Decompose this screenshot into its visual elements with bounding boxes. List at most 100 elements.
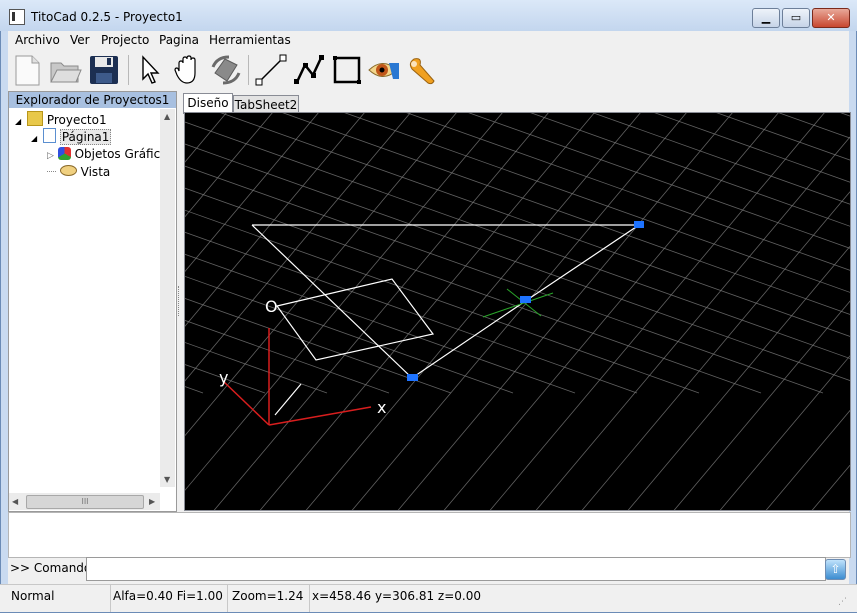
grid-line — [108, 72, 857, 340]
cad-viewport[interactable]: O x y — [0, 72, 857, 534]
perspective-grid — [0, 72, 857, 534]
tab-diseno[interactable]: Diseño — [183, 93, 233, 114]
menu-ver[interactable]: Ver — [70, 33, 90, 47]
menu-archivo[interactable]: Archivo — [15, 33, 60, 47]
grid-line — [516, 128, 857, 534]
tree-item-label: Página1 — [59, 129, 112, 145]
vertex-handle[interactable] — [634, 221, 644, 228]
grid-line — [46, 72, 857, 362]
grid-line — [0, 298, 266, 394]
eye-icon — [59, 165, 77, 176]
grid-line — [170, 72, 857, 318]
rectangle-icon[interactable] — [330, 53, 364, 87]
grid-line — [0, 77, 857, 384]
axis-label-x: x — [377, 398, 386, 417]
vertex-handle[interactable] — [520, 296, 531, 303]
resize-grip-icon[interactable]: ⋰ — [838, 597, 847, 607]
grid-line — [480, 72, 857, 208]
app-icon[interactable] — [9, 9, 25, 25]
status-bar: Normal Alfa=0.40 Fi=1.00 Zoom=1.24 x=458… — [0, 584, 857, 612]
grid-line — [0, 92, 336, 492]
grid-line — [424, 92, 796, 534]
menu-herramientas[interactable]: Herramientas — [209, 33, 291, 47]
line-icon[interactable] — [254, 53, 288, 87]
design-canvas[interactable]: O x y — [0, 72, 857, 534]
canvas-text-fragment: O — [265, 297, 278, 316]
tree-item-label: Proyecto1 — [46, 113, 107, 127]
new-document-icon[interactable] — [10, 53, 44, 87]
view-eye-icon[interactable] — [367, 53, 401, 87]
project-icon — [26, 111, 43, 126]
select-arrow-icon[interactable] — [134, 53, 168, 87]
grid-line — [0, 92, 244, 383]
command-prompt-label: >> Comando: — [10, 561, 96, 575]
grid-line — [728, 72, 857, 119]
status-angles: Alfa=0.40 Fi=1.00 — [110, 585, 228, 612]
execute-command-button[interactable]: ⇧ — [825, 559, 846, 580]
save-disk-icon[interactable] — [87, 53, 121, 87]
scroll-left-icon[interactable]: ◀ — [12, 497, 18, 506]
scroll-right-icon[interactable]: ▶ — [149, 497, 155, 506]
tree-item-pagina[interactable]: ◢ Página1 — [31, 128, 112, 145]
scroll-grip: III — [81, 497, 89, 506]
close-icon: ✕ — [826, 11, 836, 24]
polyline-icon[interactable] — [292, 53, 326, 87]
tree-connector — [47, 171, 56, 172]
scroll-down-icon[interactable]: ▼ — [164, 475, 170, 484]
output-panel[interactable] — [8, 512, 851, 558]
tree-item-vista[interactable]: Vista — [47, 164, 110, 181]
minimize-button[interactable]: ▁ — [752, 8, 780, 28]
objects-icon — [57, 147, 71, 160]
grid-line — [654, 292, 857, 534]
grid-line — [418, 72, 857, 230]
menu-pagina[interactable]: Pagina — [159, 33, 199, 47]
window-title: TitoCad 0.2.5 - Proyecto1 — [31, 10, 183, 24]
grid-line — [790, 72, 857, 97]
close-button[interactable]: ✕ — [812, 8, 850, 28]
grid-line — [102, 92, 474, 534]
vertex-handle[interactable] — [407, 374, 418, 381]
splitter-grip[interactable] — [178, 286, 181, 316]
expand-triangle-icon[interactable]: ▷ — [47, 151, 54, 161]
up-arrow-icon: ⇧ — [830, 562, 841, 576]
grid-line — [666, 72, 857, 141]
client-area: Archivo Ver Projecto Pagina Herramientas — [0, 31, 857, 604]
toolbar-separator — [248, 55, 249, 85]
grid-line — [0, 232, 452, 394]
maximize-icon: ▭ — [790, 11, 802, 24]
grid-line — [700, 346, 857, 534]
title-bar[interactable]: TitoCad 0.2.5 - Proyecto1 ▁ ▭ ✕ — [0, 0, 857, 31]
status-coordinates: x=458.46 y=306.81 z=0.00 — [312, 589, 481, 603]
scrollbar-thumb[interactable]: III — [26, 495, 144, 509]
collapse-triangle-icon[interactable]: ◢ — [31, 134, 37, 143]
grid-line — [608, 237, 857, 534]
page-edit-icon — [42, 128, 56, 143]
status-mode: Normal — [8, 585, 111, 612]
drawn-rectangle[interactable] — [275, 278, 435, 361]
grid-line — [378, 92, 750, 534]
rotate-cube-icon[interactable] — [209, 53, 243, 87]
toolbar — [8, 50, 849, 92]
collapse-triangle-icon[interactable]: ◢ — [15, 117, 21, 126]
explorer-horizontal-scrollbar[interactable]: ◀ III ▶ — [9, 493, 160, 510]
explorer-vertical-scrollbar[interactable]: ▲ ▼ — [160, 109, 175, 487]
explorer-title: Explorador de Proyectos1 — [9, 92, 176, 108]
wrench-icon[interactable] — [404, 53, 438, 87]
command-input[interactable] — [86, 557, 826, 581]
drawn-segment[interactable] — [274, 383, 302, 416]
scroll-up-icon[interactable]: ▲ — [164, 112, 170, 121]
pan-hand-icon[interactable] — [171, 53, 205, 87]
tree-item-proyecto[interactable]: ◢ Proyecto1 — [15, 111, 107, 128]
grid-line — [562, 182, 857, 534]
open-folder-icon[interactable] — [48, 53, 82, 87]
grid-line — [746, 401, 857, 534]
maximize-button[interactable]: ▭ — [782, 8, 810, 28]
drawn-polyline[interactable] — [251, 224, 641, 379]
axis-label-y: y — [219, 368, 228, 387]
grid-line — [0, 92, 198, 328]
menu-bar: Archivo Ver Projecto Pagina Herramientas — [8, 31, 849, 50]
grid-line — [0, 144, 700, 394]
menu-projecto[interactable]: Projecto — [101, 33, 149, 47]
status-zoom: Zoom=1.24 — [229, 585, 310, 612]
tree-item-objetos[interactable]: ▷ Objetos Gráfico — [47, 146, 168, 163]
